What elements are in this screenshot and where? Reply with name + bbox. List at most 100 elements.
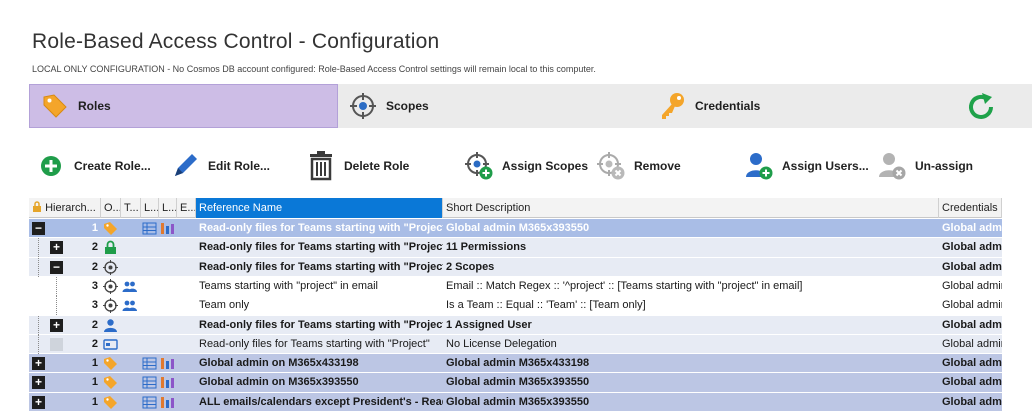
table-row[interactable]: − 1 Read-only files for Teams starting wit…	[29, 219, 1002, 239]
hierarchy-level: 2	[91, 260, 98, 273]
table-row[interactable]: 3 Teams starting with "project" in email E…	[29, 276, 1002, 297]
target-icon	[103, 259, 118, 275]
expand-toggle[interactable]: +	[50, 318, 63, 332]
reference-name-cell: Global admin on M365x433198	[199, 357, 359, 370]
expand-toggle[interactable]: +	[50, 241, 63, 255]
unassign-button[interactable]: Un-assign	[877, 143, 973, 189]
refresh-button[interactable]	[964, 90, 998, 124]
column-t[interactable]: T...	[121, 198, 141, 218]
reference-name-cell: Read-only files for Teams starting with …	[199, 318, 443, 331]
assign-scopes-button[interactable]: Assign Scopes	[464, 143, 588, 189]
remove-scope-button[interactable]: Remove	[596, 143, 681, 189]
workload-bars-icon	[160, 221, 175, 236]
reference-name-cell: Teams starting with "project" in email	[199, 279, 378, 292]
table-row[interactable]: +1 Global admin on M365x433198 Global admi…	[29, 354, 1002, 374]
target-icon	[346, 89, 380, 123]
edit-role-button[interactable]: Edit Role...	[170, 143, 270, 189]
table-row[interactable]: 2 Read-only files for Teams starting with…	[29, 334, 1002, 355]
tag-icon	[103, 356, 118, 371]
hierarchy-level: 2	[91, 241, 98, 254]
column-e[interactable]: E...	[177, 198, 196, 218]
table-row[interactable]: +1 ALL emails/calendars except President'…	[29, 392, 1002, 412]
reference-name-cell: Read-only files for Teams starting with …	[199, 241, 443, 254]
target-icon	[103, 298, 118, 314]
table-row[interactable]: +1 Global admin on M365x393550 Global admi…	[29, 373, 1002, 393]
role-toolbar: Create Role... Edit Role... Delete Role …	[0, 143, 1032, 189]
table-row[interactable]: +2 Read-only files for Teams starting wit…	[29, 315, 1002, 335]
hierarchy-level: 1	[91, 395, 98, 408]
collapse-toggle[interactable]: −	[50, 260, 63, 274]
column-l2[interactable]: L...	[159, 198, 177, 218]
tree-line	[38, 315, 39, 335]
license-grid-icon	[142, 395, 157, 410]
credentials-cell: Global admin M365x393550	[942, 260, 1002, 273]
credentials-cell: Global admin M365x393550	[942, 337, 1002, 350]
short-description-cell: Global admin M365x393550	[446, 222, 590, 234]
tag-icon	[103, 375, 118, 390]
credentials-cell: Global admin M365x433198	[942, 357, 1002, 370]
license-grid-icon	[142, 221, 157, 236]
trash-icon	[306, 151, 336, 181]
collapse-toggle[interactable]: −	[32, 222, 45, 235]
target-icon	[103, 278, 118, 294]
reference-name-cell: Read-only files for Teams starting with …	[199, 337, 430, 350]
tree-line	[56, 296, 57, 316]
tab-credentials-label: Credentials	[695, 99, 761, 113]
column-l1[interactable]: L...	[141, 198, 159, 218]
pencil-icon	[170, 151, 200, 181]
reference-name-cell: Global admin on M365x393550	[199, 376, 359, 389]
credentials-cell: Global admin M365x393550	[942, 241, 1002, 254]
column-o[interactable]: O...	[101, 198, 121, 218]
page-title: Role-Based Access Control - Configuratio…	[32, 30, 440, 53]
credentials-cell: Global admin M365x393550	[942, 376, 1002, 389]
credentials-cell: Global admin M365x393550	[942, 395, 1002, 408]
expand-toggle[interactable]: +	[32, 376, 45, 390]
credentials-cell: Global admin M365x393550	[942, 299, 1002, 312]
table-row[interactable]: 3 Team only Is a Team :: Equal :: 'Team' :…	[29, 296, 1002, 316]
license-grid-icon	[142, 356, 157, 371]
short-description-cell: No License Delegation	[446, 337, 557, 350]
short-description-cell: 11 Permissions	[446, 241, 527, 254]
tree-line	[38, 238, 39, 258]
credentials-cell: Global admin M365x393550	[942, 318, 1002, 331]
table-row[interactable]: +2 Read-only files for Teams starting wit…	[29, 238, 1002, 258]
group-icon	[122, 298, 137, 313]
expand-toggle[interactable]: +	[32, 395, 45, 409]
workload-bars-icon	[160, 356, 175, 371]
tab-roles[interactable]: Roles	[29, 84, 338, 128]
expand-toggle[interactable]: +	[32, 357, 45, 371]
reference-name-cell: Team only	[199, 299, 250, 312]
reference-name-cell: Read-only files for Teams starting with …	[199, 222, 443, 234]
tree-line	[56, 276, 57, 296]
short-description-cell: Is a Team :: Equal :: 'Team' :: [Team on…	[446, 299, 646, 312]
table-row[interactable]: − 2 Read-only files for Teams starting wit…	[29, 257, 1002, 277]
reference-name-cell: ALL emails/calendars except President's …	[199, 395, 443, 408]
credentials-cell: Global admin M365x393550	[942, 279, 1002, 292]
reference-name-cell: Read-only files for Teams starting with …	[199, 260, 443, 273]
column-short-description[interactable]: Short Description	[443, 198, 939, 218]
column-reference-name[interactable]: Reference Name	[196, 198, 443, 218]
create-role-button[interactable]: Create Role...	[36, 143, 151, 189]
plus-circle-icon	[36, 151, 66, 181]
expand-toggle[interactable]	[50, 337, 63, 351]
short-description-cell: 2 Scopes	[446, 260, 495, 273]
assign-users-button[interactable]: Assign Users...	[744, 143, 869, 189]
short-description-cell: Global admin M365x393550	[446, 376, 590, 389]
key-icon	[655, 89, 689, 123]
tag-icon	[103, 221, 118, 236]
workload-bars-icon	[160, 375, 175, 390]
column-hierarchy[interactable]: Hierarch...	[29, 198, 101, 218]
target-add-icon	[464, 151, 494, 181]
roles-grid[interactable]: Hierarch... O... T... L... L... E... Ref…	[29, 198, 1002, 413]
local-config-notice: LOCAL ONLY CONFIGURATION - No Cosmos DB …	[32, 64, 596, 74]
hierarchy-level: 3	[91, 279, 98, 292]
short-description-cell: 1 Assigned User	[446, 318, 532, 331]
column-credentials[interactable]: Credentials	[939, 198, 1002, 218]
tab-credentials[interactable]: Credentials	[647, 84, 957, 128]
delete-role-button[interactable]: Delete Role	[306, 143, 409, 189]
card-icon	[103, 337, 118, 352]
tab-scopes[interactable]: Scopes	[338, 84, 647, 128]
hierarchy-level: 2	[91, 318, 98, 331]
section-tabs: Roles Scopes Credentials	[29, 84, 1032, 128]
lock-icon	[33, 201, 41, 212]
